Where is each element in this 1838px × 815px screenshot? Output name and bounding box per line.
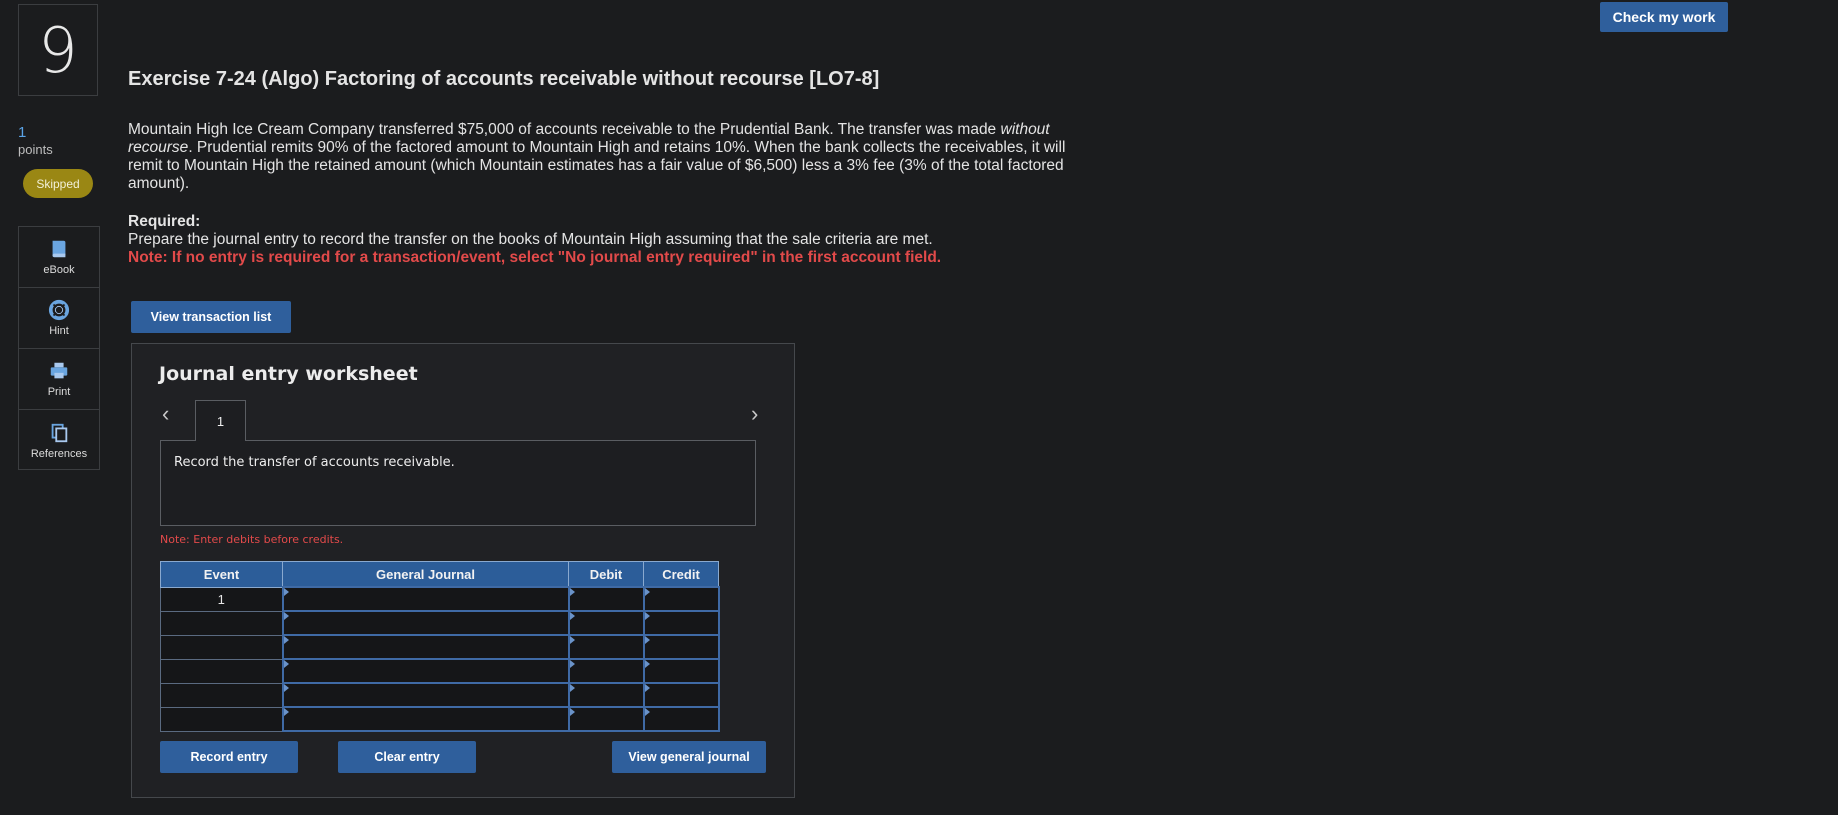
column-header-general-journal: General Journal (282, 561, 569, 588)
credit-input[interactable] (642, 610, 720, 636)
journal-table: Event General Journal Debit Credit 1 (160, 561, 720, 732)
table-row (160, 634, 720, 660)
clear-entry-button[interactable]: Clear entry (338, 741, 476, 773)
check-my-work-button[interactable]: Check my work (1600, 2, 1728, 32)
print-label: Print (47, 386, 71, 398)
debit-input[interactable] (567, 682, 645, 708)
event-cell (160, 706, 283, 732)
required-note: Note: If no entry is required for a tran… (128, 249, 942, 266)
description-part-2: . Prudential remits 90% of the factored … (128, 139, 1066, 192)
record-entry-button[interactable]: Record entry (160, 741, 298, 773)
event-cell (160, 658, 283, 684)
copy-icon (51, 423, 68, 442)
exercise-description: Mountain High Ice Cream Company transfer… (128, 121, 1073, 193)
printer-icon (50, 362, 68, 379)
entry-description-box (160, 440, 756, 526)
account-select[interactable] (281, 658, 570, 684)
book-icon (52, 240, 66, 258)
ebook-label: eBook (43, 264, 75, 276)
event-cell (160, 682, 283, 708)
debit-input[interactable] (567, 658, 645, 684)
column-header-event: Event (160, 561, 283, 588)
credit-input[interactable] (642, 706, 720, 732)
lifebuoy-icon (48, 299, 70, 321)
debit-input[interactable] (567, 706, 645, 732)
account-select[interactable] (281, 706, 570, 732)
account-select[interactable] (281, 586, 570, 612)
debit-input[interactable] (567, 634, 645, 660)
worksheet-title: Journal entry worksheet (159, 363, 418, 385)
credit-input[interactable] (642, 586, 720, 612)
credit-input[interactable] (642, 658, 720, 684)
event-cell (160, 634, 283, 660)
ebook-button[interactable]: eBook (19, 227, 99, 288)
status-badge: Skipped (23, 169, 93, 198)
table-row (160, 658, 720, 684)
description-part-1: Mountain High Ice Cream Company transfer… (128, 121, 1001, 138)
required-text: Prepare the journal entry to record the … (128, 231, 933, 248)
event-cell: 1 (160, 586, 283, 612)
hint-label: Hint (49, 325, 69, 337)
exercise-title: Exercise 7-24 (Algo) Factoring of accoun… (128, 68, 880, 90)
view-transaction-list-button[interactable]: View transaction list (131, 301, 291, 333)
credit-input[interactable] (642, 634, 720, 660)
tab-entry-1[interactable]: 1 (195, 400, 246, 441)
account-select[interactable] (281, 610, 570, 636)
table-row (160, 682, 720, 708)
chevron-right-icon[interactable]: › (751, 403, 758, 425)
debit-input[interactable] (567, 586, 645, 612)
column-header-credit: Credit (643, 561, 719, 588)
event-cell (160, 610, 283, 636)
table-row (160, 706, 720, 732)
account-select[interactable] (281, 682, 570, 708)
credit-input[interactable] (642, 682, 720, 708)
references-label: References (30, 447, 88, 460)
points-value: 1 (18, 124, 27, 141)
view-general-journal-button[interactable]: View general journal (612, 741, 766, 773)
entry-description: Record the transfer of accounts receivab… (174, 455, 455, 470)
account-select[interactable] (281, 634, 570, 660)
table-row: 1 (160, 586, 720, 612)
column-header-debit: Debit (568, 561, 644, 588)
debit-input[interactable] (567, 610, 645, 636)
points-label: points (18, 142, 53, 157)
debits-note: Note: Enter debits before credits. (160, 533, 344, 546)
hint-button[interactable]: Hint (19, 288, 99, 349)
chevron-left-icon[interactable]: ‹ (162, 403, 169, 425)
table-row (160, 610, 720, 636)
references-button[interactable]: References (19, 410, 99, 471)
question-number: 9 (18, 4, 98, 96)
print-button[interactable]: Print (19, 349, 99, 410)
required-heading: Required: (128, 213, 201, 230)
tools-panel: eBook Hint Print References (18, 226, 100, 470)
